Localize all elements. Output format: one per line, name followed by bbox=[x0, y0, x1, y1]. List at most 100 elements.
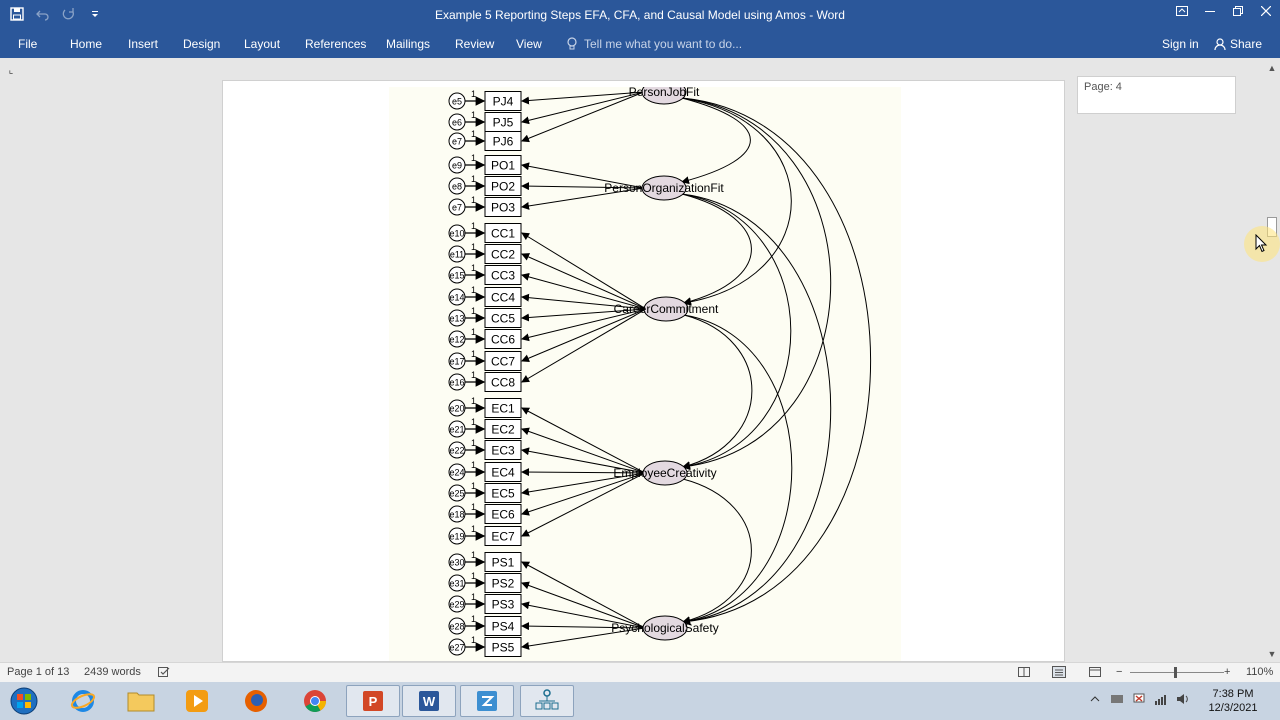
indicator-label: EC4 bbox=[491, 466, 515, 480]
media-player-icon[interactable] bbox=[170, 685, 224, 717]
tab-design[interactable]: Design bbox=[177, 34, 226, 54]
indicator-label: PJ4 bbox=[493, 95, 514, 109]
quick-access-toolbar bbox=[6, 3, 106, 25]
covariance-arc bbox=[674, 188, 752, 306]
chrome-icon[interactable] bbox=[288, 685, 342, 717]
covariance-arc bbox=[675, 473, 752, 625]
read-mode-icon[interactable] bbox=[1018, 666, 1030, 681]
latent-label: PersonJobFit bbox=[629, 87, 700, 99]
indicator-label: CC7 bbox=[491, 355, 515, 369]
error-label: e27 bbox=[449, 643, 464, 653]
print-layout-icon[interactable] bbox=[1052, 666, 1066, 681]
path-weight-label: 1 bbox=[471, 306, 476, 316]
error-label: e10 bbox=[449, 229, 464, 239]
zoom-out-icon[interactable]: − bbox=[1116, 666, 1122, 678]
svg-text:W: W bbox=[423, 694, 436, 709]
redo-icon[interactable] bbox=[58, 3, 80, 25]
close-icon[interactable] bbox=[1252, 0, 1280, 22]
action-center-icon[interactable] bbox=[1132, 692, 1146, 706]
page-count[interactable]: Page 1 of 13 bbox=[7, 666, 69, 678]
tray-app-icon[interactable] bbox=[1110, 692, 1124, 706]
error-label: e14 bbox=[449, 293, 464, 303]
indicator-label: PS3 bbox=[492, 598, 515, 612]
scroll-down-icon[interactable]: ▼ bbox=[1266, 648, 1278, 660]
error-label: e16 bbox=[449, 378, 464, 388]
indicator-label: CC4 bbox=[491, 291, 515, 305]
indicator-label: EC6 bbox=[491, 508, 515, 522]
system-clock[interactable]: 7:38 PM 12/3/2021 bbox=[1198, 687, 1268, 715]
svg-text:P: P bbox=[369, 694, 378, 709]
tray-overflow-icon[interactable] bbox=[1088, 692, 1102, 706]
indicator-label: CC2 bbox=[491, 248, 515, 262]
tab-home[interactable]: Home bbox=[64, 34, 108, 54]
spss-icon[interactable] bbox=[460, 685, 514, 717]
customize-qat-icon[interactable] bbox=[84, 3, 106, 25]
clock-date: 12/3/2021 bbox=[1208, 702, 1258, 714]
error-label: e7 bbox=[452, 137, 462, 147]
path-weight-label: 1 bbox=[471, 370, 476, 380]
error-label: e15 bbox=[449, 271, 464, 281]
save-icon[interactable] bbox=[6, 3, 28, 25]
indicator-label: CC6 bbox=[491, 333, 515, 347]
path-weight-label: 1 bbox=[471, 327, 476, 337]
zoom-slider-thumb[interactable] bbox=[1174, 667, 1177, 678]
indicator-label: PO2 bbox=[491, 180, 515, 194]
document-page[interactable]: PJ4 e5 1 PJ5 e6 1 PJ6 e7 1 1 PO1 e9 1 PO2 e8 1 PO3 e7 1 1 CC… bbox=[222, 80, 1065, 662]
tell-me-placeholder: Tell me what you want to do... bbox=[584, 37, 743, 51]
share-button[interactable]: Share bbox=[1214, 34, 1262, 54]
tab-mailings[interactable]: Mailings bbox=[380, 34, 436, 54]
mouse-pointer-icon bbox=[1255, 234, 1268, 253]
file-explorer-icon[interactable] bbox=[114, 685, 168, 717]
covariance-arc bbox=[676, 309, 753, 470]
tab-view[interactable]: View bbox=[510, 34, 548, 54]
error-label: e29 bbox=[449, 600, 464, 610]
undo-icon[interactable] bbox=[32, 3, 54, 25]
zoom-slider[interactable] bbox=[1130, 672, 1224, 673]
error-label: e9 bbox=[452, 161, 462, 171]
word-count[interactable]: 2439 words bbox=[84, 666, 141, 678]
loading-path bbox=[521, 561, 646, 629]
tab-insert[interactable]: Insert bbox=[122, 34, 164, 54]
error-label: e6 bbox=[452, 118, 462, 128]
ribbon-display-options-icon[interactable] bbox=[1168, 0, 1196, 22]
path-weight-label: 1 bbox=[471, 571, 476, 581]
error-label: e25 bbox=[449, 489, 464, 499]
sign-in-link[interactable]: Sign in bbox=[1162, 34, 1199, 54]
tell-me-box[interactable]: Tell me what you want to do... bbox=[566, 34, 742, 54]
person-icon bbox=[1214, 38, 1226, 50]
covariance-arc bbox=[674, 93, 872, 626]
start-orb-icon[interactable] bbox=[0, 685, 48, 717]
path-weight-label: 1 bbox=[471, 614, 476, 624]
volume-icon[interactable] bbox=[1176, 692, 1190, 706]
clock-time: 7:38 PM bbox=[1212, 688, 1254, 700]
error-label: e28 bbox=[449, 622, 464, 632]
indicator-label: PS1 bbox=[492, 556, 515, 570]
scroll-up-icon[interactable]: ▲ bbox=[1266, 62, 1278, 74]
proofing-icon[interactable] bbox=[158, 666, 170, 681]
internet-explorer-icon[interactable] bbox=[56, 685, 110, 717]
restore-icon[interactable] bbox=[1224, 0, 1252, 22]
share-label: Share bbox=[1230, 37, 1263, 51]
tab-references[interactable]: References bbox=[299, 34, 372, 54]
indicator-label: EC1 bbox=[491, 402, 515, 416]
path-weight-label: 1 bbox=[471, 460, 476, 470]
web-layout-icon[interactable] bbox=[1089, 666, 1101, 681]
amos-icon[interactable] bbox=[520, 685, 574, 717]
powerpoint-icon[interactable]: P bbox=[346, 685, 400, 717]
vertical-scrollbar[interactable]: ▲ ▼ bbox=[1264, 60, 1280, 662]
tab-selector-icon[interactable]: ⌞ bbox=[4, 64, 18, 78]
indicator-label: EC3 bbox=[491, 444, 515, 458]
minimize-icon[interactable] bbox=[1196, 0, 1224, 22]
error-label: e11 bbox=[450, 250, 464, 260]
tab-layout[interactable]: Layout bbox=[238, 34, 286, 54]
zoom-in-icon[interactable]: + bbox=[1224, 666, 1230, 678]
word-icon[interactable]: W bbox=[402, 685, 456, 717]
indicator-label: PJ6 bbox=[493, 135, 514, 149]
tab-review[interactable]: Review bbox=[449, 34, 500, 54]
amos-path-diagram: PJ4 e5 1 PJ5 e6 1 PJ6 e7 1 1 PO1 e9 1 PO2 e8 1 PO3 e7 1 1 CC… bbox=[389, 81, 901, 661]
indicator-label: EC7 bbox=[491, 530, 515, 544]
tab-file[interactable]: File bbox=[12, 34, 43, 54]
network-icon[interactable] bbox=[1154, 692, 1168, 706]
zoom-level[interactable]: 110% bbox=[1246, 666, 1273, 678]
firefox-icon[interactable] bbox=[229, 685, 283, 717]
